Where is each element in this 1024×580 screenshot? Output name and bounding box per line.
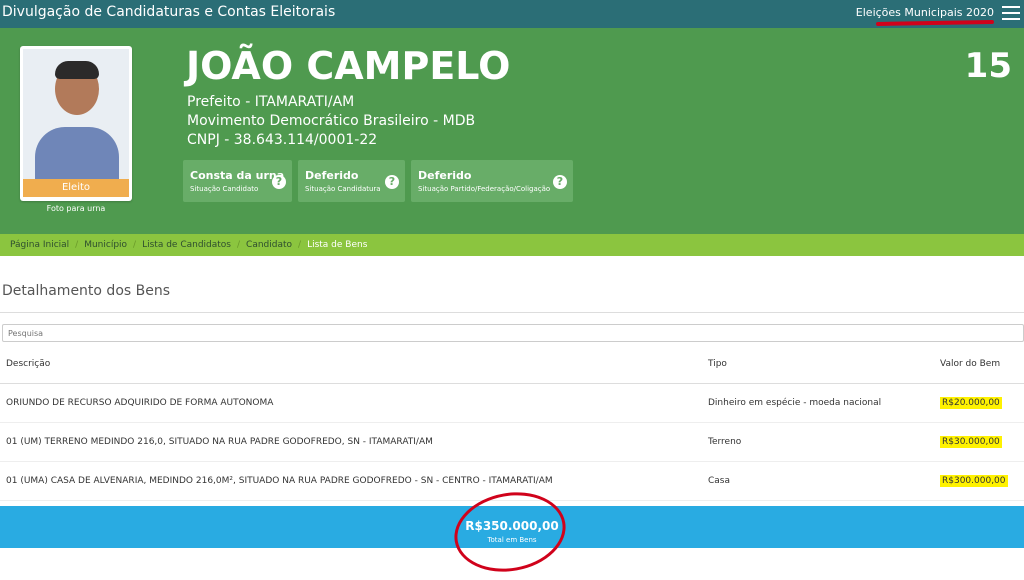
search-input[interactable] xyxy=(2,324,1024,342)
status-title: Consta da urna xyxy=(190,169,285,182)
status-title: Deferido xyxy=(305,169,359,182)
status-title: Deferido xyxy=(418,169,472,182)
breadcrumb-candidate[interactable]: Candidato xyxy=(246,240,292,250)
cell-type: Casa xyxy=(702,461,934,501)
header-type[interactable]: Tipo xyxy=(702,345,934,384)
cell-description: 01 (UM) TERRENO MEDINDO 216,0, SITUADO N… xyxy=(0,422,702,462)
top-navbar: Divulgação de Candidaturas e Contas Elei… xyxy=(0,0,1024,28)
photo-caption: Foto para urna xyxy=(46,204,106,213)
status-party: Deferido Situação Partido/Federação/Coli… xyxy=(411,160,573,202)
table-header-row: Descrição Tipo Valor do Bem xyxy=(0,345,1024,384)
candidate-number: 15 xyxy=(964,46,1012,86)
breadcrumb-home[interactable]: Página Inicial xyxy=(10,240,69,250)
help-icon[interactable]: ? xyxy=(553,175,567,189)
breadcrumb-separator: / xyxy=(298,240,302,250)
candidate-name: JOÃO CAMPELO xyxy=(186,44,511,88)
breadcrumb: Página Inicial / Município / Lista de Candid… xyxy=(0,234,1024,256)
candidate-role: Prefeito - ITAMARATI/AM xyxy=(187,94,355,110)
breadcrumb-municipio[interactable]: Município xyxy=(84,240,127,250)
cell-type: Dinheiro em espécie - moeda nacional xyxy=(702,383,934,423)
cell-value: R$30.000,00 xyxy=(934,422,1024,462)
header-description[interactable]: Descrição xyxy=(0,345,702,384)
annotation-underline xyxy=(875,19,995,27)
candidate-cnpj: CNPJ - 38.643.114/0001-22 xyxy=(187,132,378,148)
breadcrumb-separator: / xyxy=(236,240,241,250)
status-subtitle: Situação Partido/Federação/Coligação xyxy=(418,185,551,193)
value-highlight: R$30.000,00 xyxy=(940,436,1002,448)
cell-type: Terreno xyxy=(702,422,934,462)
candidate-photo-card: Eleito xyxy=(20,46,132,201)
status-subtitle: Situação Candidato xyxy=(190,185,259,193)
election-selector[interactable]: Eleições Municipais 2020 xyxy=(856,6,994,19)
help-icon[interactable]: ? xyxy=(385,175,399,189)
status-subtitle: Situação Candidatura xyxy=(305,185,381,193)
status-candidacy: Deferido Situação Candidatura ? xyxy=(298,160,405,202)
table-row: 01 (UM) TERRENO MEDINDO 216,0, SITUADO N… xyxy=(0,422,1024,462)
breadcrumb-separator: / xyxy=(75,240,79,250)
status-candidate: Consta da urna Situação Candidato ? xyxy=(183,160,292,202)
table-row: ORIUNDO DE RECURSO ADQUIRIDO DE FORMA AU… xyxy=(0,383,1024,423)
value-highlight: R$300.000,00 xyxy=(940,475,1008,487)
breadcrumb-candidates[interactable]: Lista de Candidatos xyxy=(142,240,231,250)
section-title: Detalhamento dos Bens xyxy=(2,283,171,299)
value-highlight: R$20.000,00 xyxy=(940,397,1002,409)
breadcrumb-separator: / xyxy=(133,240,137,250)
elected-badge: Eleito xyxy=(23,179,129,197)
help-icon[interactable]: ? xyxy=(272,175,286,189)
cell-description: 01 (UMA) CASA DE ALVENARIA, MEDINDO 216,… xyxy=(0,461,702,501)
cell-description: ORIUNDO DE RECURSO ADQUIRIDO DE FORMA AU… xyxy=(0,383,702,423)
header-value[interactable]: Valor do Bem xyxy=(934,345,1024,384)
breadcrumb-assets: Lista de Bens xyxy=(307,240,368,250)
hamburger-menu-icon[interactable] xyxy=(1002,6,1020,20)
candidate-header: Eleito Foto para urna JOÃO CAMPELO 15 Pr… xyxy=(0,28,1024,234)
app-title[interactable]: Divulgação de Candidaturas e Contas Elei… xyxy=(2,4,335,20)
candidate-party: Movimento Democrático Brasileiro - MDB xyxy=(187,113,476,129)
cell-value: R$20.000,00 xyxy=(934,383,1024,423)
candidate-photo xyxy=(23,49,129,179)
assets-table: Descrição Tipo Valor do Bem ORIUNDO DE R… xyxy=(0,345,1024,501)
divider xyxy=(0,312,1024,313)
cell-value: R$300.000,00 xyxy=(934,461,1024,501)
